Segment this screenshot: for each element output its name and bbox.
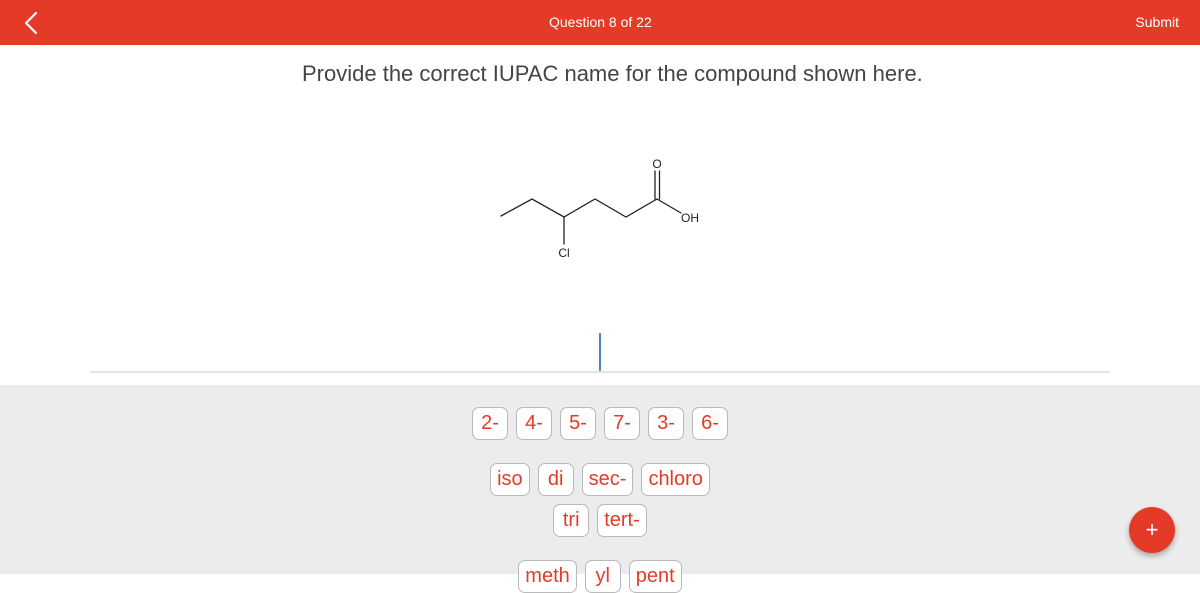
molecule-structure: O OH Cl <box>500 157 699 260</box>
text-caret <box>599 333 601 372</box>
add-button[interactable]: + <box>1129 507 1175 553</box>
key-sec[interactable]: sec- <box>581 463 634 496</box>
keyboard-row-roots: meth yl pent <box>0 560 1200 593</box>
keyboard-row-locants: 2- 4- 5- 7- 3- 6- <box>0 407 1200 440</box>
oxygen-label: O <box>652 157 661 171</box>
question-prompt: Provide the correct IUPAC name for the c… <box>302 61 923 86</box>
submit-button[interactable]: Submit <box>1135 14 1179 30</box>
keyboard-row-multipliers: tri tert- <box>0 504 1200 537</box>
key-2[interactable]: 2- <box>472 407 508 440</box>
key-pent[interactable]: pent <box>628 560 682 593</box>
answer-keyboard: 2- 4- 5- 7- 3- 6- iso di sec- chloro tri… <box>0 385 1200 593</box>
key-3[interactable]: 3- <box>648 407 684 440</box>
answer-input[interactable] <box>90 371 1110 373</box>
key-yl[interactable]: yl <box>584 560 621 593</box>
hydroxyl-label: OH <box>681 211 699 225</box>
key-tri[interactable]: tri <box>553 504 590 537</box>
key-chloro[interactable]: chloro <box>641 463 710 496</box>
question-counter: Question 8 of 22 <box>549 14 652 30</box>
plus-icon: + <box>1145 517 1159 542</box>
key-4[interactable]: 4- <box>516 407 552 440</box>
key-iso[interactable]: iso <box>490 463 530 496</box>
c-oh-bond <box>656 198 682 214</box>
key-6[interactable]: 6- <box>692 407 728 440</box>
keyboard-row-prefixes: iso di sec- chloro <box>0 463 1200 496</box>
key-7[interactable]: 7- <box>604 407 640 440</box>
chlorine-label: Cl <box>558 246 569 260</box>
key-meth[interactable]: meth <box>518 560 577 593</box>
top-bar: Question 8 of 22 Submit <box>0 0 1200 45</box>
back-button[interactable] <box>18 8 48 38</box>
key-5[interactable]: 5- <box>560 407 596 440</box>
key-tert[interactable]: tert- <box>597 504 647 537</box>
chevron-left-icon <box>24 11 38 35</box>
carbon-chain-bonds <box>500 198 658 218</box>
key-di[interactable]: di <box>537 463 574 496</box>
